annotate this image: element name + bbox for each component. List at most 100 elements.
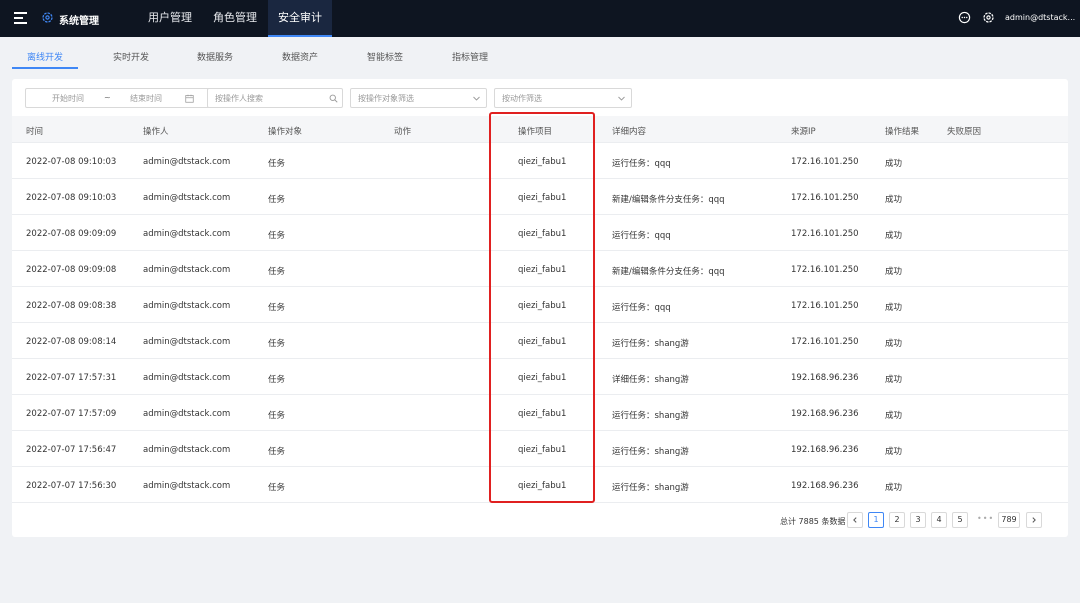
cell-source-ip: 192.168.96.236 bbox=[791, 481, 859, 491]
cell-project: qiezi_fabu1 bbox=[518, 445, 567, 455]
cell-operator: admin@dtstack.com bbox=[143, 337, 231, 347]
cell-time: 2022-07-08 09:09:08 bbox=[26, 265, 117, 275]
settings-gear-icon[interactable] bbox=[982, 11, 995, 24]
cell-source-ip: 172.16.101.250 bbox=[791, 157, 859, 167]
page-button-2[interactable]: 2 bbox=[889, 512, 905, 528]
cell-source-ip: 192.168.96.236 bbox=[791, 445, 859, 455]
cell-source-ip: 172.16.101.250 bbox=[791, 337, 859, 347]
start-time-placeholder: 开始时间 bbox=[52, 94, 84, 103]
cell-operator: admin@dtstack.com bbox=[143, 481, 231, 491]
cell-result: 成功 bbox=[885, 303, 903, 313]
cell-object: 任务 bbox=[268, 231, 286, 241]
message-icon[interactable] bbox=[958, 11, 971, 24]
column-header-result: 操作结果 bbox=[885, 127, 920, 137]
cell-project: qiezi_fabu1 bbox=[518, 265, 567, 275]
cell-object: 任务 bbox=[268, 483, 286, 493]
tab-data-service[interactable]: 数据服务 bbox=[182, 50, 248, 63]
table-row: 2022-07-07 17:57:09 admin@dtstack.com 任务 qi… bbox=[12, 395, 1068, 431]
table-row: 2022-07-07 17:56:30 admin@dtstack.com 任务 qi… bbox=[12, 467, 1068, 503]
cell-result: 成功 bbox=[885, 483, 903, 493]
cell-object: 任务 bbox=[268, 447, 286, 457]
cell-result: 成功 bbox=[885, 375, 903, 385]
nav-security-audit[interactable]: 安全审计 bbox=[268, 0, 332, 37]
column-header-object: 操作对象 bbox=[268, 127, 303, 137]
page-button-1[interactable]: 1 bbox=[868, 512, 884, 528]
app-title: 系统管理 bbox=[59, 16, 99, 27]
table-row: 2022-07-07 17:56:47 admin@dtstack.com 任务 qi… bbox=[12, 431, 1068, 467]
action-filter-select[interactable]: 按动作筛选 bbox=[494, 88, 632, 108]
cell-result: 成功 bbox=[885, 339, 903, 349]
search-icon[interactable] bbox=[329, 94, 338, 103]
date-range-picker[interactable]: 开始时间 ~ 结束时间 bbox=[25, 88, 212, 108]
cell-object: 任务 bbox=[268, 375, 286, 385]
cell-source-ip: 172.16.101.250 bbox=[791, 229, 859, 239]
nav-role-management[interactable]: 角色管理 bbox=[205, 0, 265, 37]
cell-result: 成功 bbox=[885, 231, 903, 241]
page-button-last[interactable]: 789 bbox=[998, 512, 1020, 528]
cell-time: 2022-07-07 17:56:47 bbox=[26, 445, 117, 455]
cell-object: 任务 bbox=[268, 267, 286, 277]
table-row: 2022-07-08 09:10:03 admin@dtstack.com 任务 qi… bbox=[12, 179, 1068, 215]
operator-search-placeholder: 按操作人搜索 bbox=[215, 94, 263, 103]
cell-result: 成功 bbox=[885, 411, 903, 421]
cell-time: 2022-07-08 09:08:38 bbox=[26, 301, 117, 311]
cell-operator: admin@dtstack.com bbox=[143, 229, 231, 239]
page-button-5[interactable]: 5 bbox=[952, 512, 968, 528]
cell-detail: 详细任务：shang游 bbox=[612, 375, 689, 385]
column-header-action: 动作 bbox=[394, 127, 412, 137]
operator-search-input[interactable]: 按操作人搜索 bbox=[207, 88, 343, 108]
cell-operator: admin@dtstack.com bbox=[143, 445, 231, 455]
cell-time: 2022-07-07 17:57:31 bbox=[26, 373, 117, 383]
cell-result: 成功 bbox=[885, 447, 903, 457]
cell-operator: admin@dtstack.com bbox=[143, 265, 231, 275]
tab-metrics-management[interactable]: 指标管理 bbox=[437, 50, 503, 63]
cell-project: qiezi_fabu1 bbox=[518, 337, 567, 347]
cell-project: qiezi_fabu1 bbox=[518, 229, 567, 239]
page-button-4[interactable]: 4 bbox=[931, 512, 947, 528]
cell-object: 任务 bbox=[268, 411, 286, 421]
cell-detail: 运行任务：shang游 bbox=[612, 447, 689, 457]
table-row: 2022-07-07 17:57:31 admin@dtstack.com 任务 qi… bbox=[12, 359, 1068, 395]
page-button-3[interactable]: 3 bbox=[910, 512, 926, 528]
chevron-down-icon bbox=[618, 96, 625, 101]
next-page-button[interactable] bbox=[1026, 512, 1042, 528]
cell-object: 任务 bbox=[268, 159, 286, 169]
page-ellipsis[interactable]: ••• bbox=[977, 514, 994, 523]
cell-source-ip: 172.16.101.250 bbox=[791, 193, 859, 203]
cell-source-ip: 192.168.96.236 bbox=[791, 373, 859, 383]
cell-time: 2022-07-08 09:09:09 bbox=[26, 229, 117, 239]
cell-operator: admin@dtstack.com bbox=[143, 157, 231, 167]
top-nav-bar: 系统管理 用户管理 角色管理 安全审计 admin@dtstack... bbox=[0, 0, 1080, 37]
cell-project: qiezi_fabu1 bbox=[518, 301, 567, 311]
cell-project: qiezi_fabu1 bbox=[518, 157, 567, 167]
cell-operator: admin@dtstack.com bbox=[143, 373, 231, 383]
calendar-icon bbox=[185, 94, 194, 103]
object-filter-select[interactable]: 按操作对象筛选 bbox=[350, 88, 487, 108]
tab-smart-tags[interactable]: 智能标签 bbox=[352, 50, 418, 63]
cell-object: 任务 bbox=[268, 303, 286, 313]
tab-data-assets[interactable]: 数据资产 bbox=[267, 50, 333, 63]
hamburger-menu-icon[interactable] bbox=[14, 12, 27, 24]
cell-detail: 运行任务：qqq bbox=[612, 159, 671, 169]
range-separator: ~ bbox=[104, 93, 111, 102]
nav-user-management[interactable]: 用户管理 bbox=[140, 0, 200, 37]
cell-detail: 运行任务：shang游 bbox=[612, 483, 689, 493]
table-header: 时间 操作人 操作对象 动作 操作项目 详细内容 来源IP 操作结果 失败原因 bbox=[12, 116, 1068, 143]
tab-realtime-dev[interactable]: 实时开发 bbox=[98, 50, 164, 63]
cell-detail: 新建/编辑条件分支任务：qqq bbox=[612, 195, 725, 205]
cell-result: 成功 bbox=[885, 195, 903, 205]
column-header-failure-reason: 失败原因 bbox=[947, 127, 982, 137]
cell-time: 2022-07-08 09:08:14 bbox=[26, 337, 117, 347]
cell-source-ip: 192.168.96.236 bbox=[791, 409, 859, 419]
chevron-right-icon bbox=[1032, 517, 1036, 523]
cell-operator: admin@dtstack.com bbox=[143, 301, 231, 311]
tab-offline-dev[interactable]: 离线开发 bbox=[12, 50, 78, 63]
cell-detail: 运行任务：shang游 bbox=[612, 339, 689, 349]
gear-logo-icon bbox=[42, 12, 53, 23]
user-account-menu[interactable]: admin@dtstack... bbox=[1005, 13, 1075, 22]
cell-project: qiezi_fabu1 bbox=[518, 193, 567, 203]
cell-operator: admin@dtstack.com bbox=[143, 409, 231, 419]
action-filter-placeholder: 按动作筛选 bbox=[502, 94, 542, 103]
prev-page-button[interactable] bbox=[847, 512, 863, 528]
end-time-placeholder: 结束时间 bbox=[130, 94, 162, 103]
